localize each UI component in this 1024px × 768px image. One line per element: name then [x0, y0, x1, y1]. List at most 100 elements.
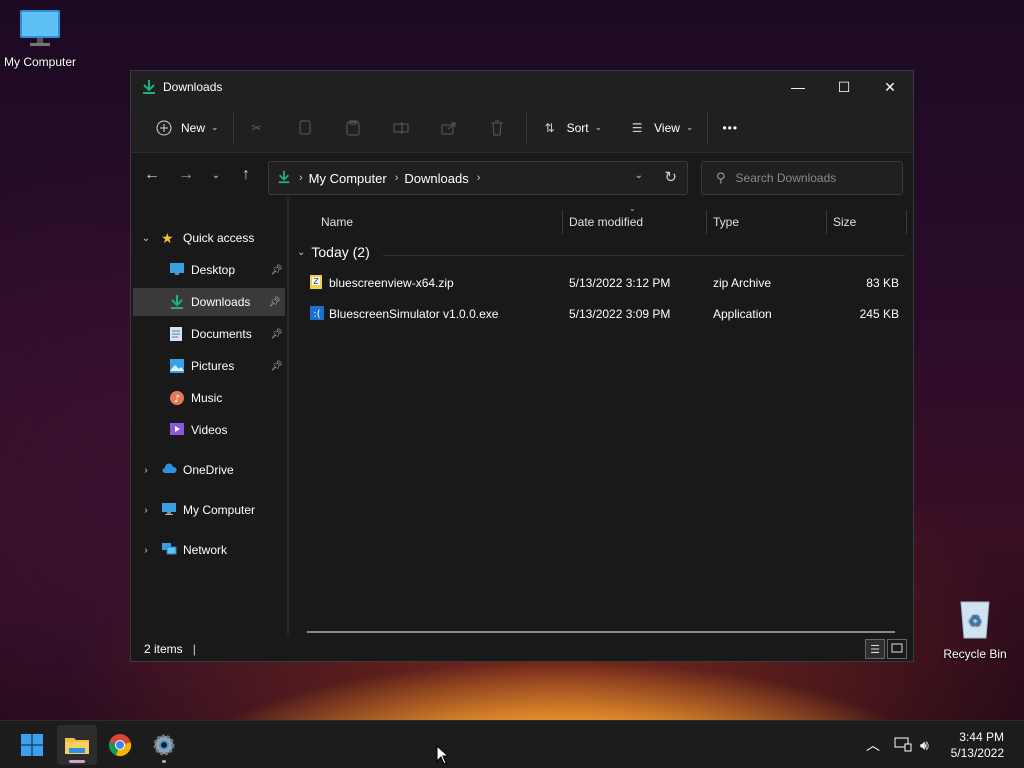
- sort-label: Sort: [566, 120, 589, 135]
- pin-icon[interactable]: 📌︎: [268, 297, 281, 308]
- file-explorer-window: Downloads — ☐ ✕ New ⌄ ✂ ⇅ Sort ⌄ ☰ View …: [130, 70, 914, 662]
- document-icon: [169, 326, 185, 342]
- new-button[interactable]: New ⌄: [149, 112, 225, 144]
- pictures-icon: [169, 358, 185, 374]
- minimize-button[interactable]: —: [775, 71, 821, 103]
- horizontal-scrollbar[interactable]: [307, 631, 895, 633]
- chevron-down-icon: ⌄: [211, 122, 219, 132]
- view-button[interactable]: ☰ View ⌄: [622, 112, 699, 144]
- chevron-right-icon[interactable]: ›: [139, 505, 153, 516]
- address-dropdown-icon[interactable]: ⌄: [635, 170, 643, 181]
- taskbar-clock[interactable]: 3:44 PM 5/13/2022: [951, 729, 1004, 761]
- chevron-down-icon: ⌄: [594, 122, 603, 132]
- column-header-date-modified[interactable]: Date modified: [569, 210, 643, 234]
- large-icons-view-button[interactable]: [887, 639, 907, 659]
- nav-onedrive[interactable]: › OneDrive: [139, 456, 287, 484]
- nav-label: Documents: [191, 327, 252, 341]
- back-button[interactable]: ←: [137, 160, 167, 190]
- desktop-icon-label: Recycle Bin: [943, 647, 1007, 661]
- breadcrumb-my-computer[interactable]: My Computer: [309, 171, 387, 186]
- nav-label: Desktop: [191, 263, 236, 277]
- share-icon: [440, 119, 458, 137]
- mouse-cursor-icon: [436, 744, 450, 768]
- chevron-down-icon: ⌄: [211, 169, 221, 181]
- file-date: 5/13/2022 3:12 PM: [569, 276, 671, 290]
- arrow-right-icon: →: [178, 166, 194, 183]
- more-options-button[interactable]: •••: [716, 112, 744, 144]
- file-date: 5/13/2022 3:09 PM: [569, 307, 671, 321]
- plus-circle-icon: [155, 119, 173, 137]
- nav-my-computer[interactable]: › My Computer: [139, 496, 287, 524]
- breadcrumb-downloads[interactable]: Downloads: [404, 171, 468, 186]
- chevron-right-icon[interactable]: ›: [139, 545, 153, 556]
- nav-network[interactable]: › Network: [139, 536, 287, 564]
- download-icon: [141, 79, 157, 95]
- volume-icon[interactable]: 🔊︎: [920, 737, 929, 754]
- pin-icon[interactable]: 📌︎: [270, 265, 283, 276]
- copy-button[interactable]: [290, 112, 320, 144]
- monitor-icon: [161, 502, 177, 518]
- file-row[interactable]: Z bluescreenview-x64.zip 5/13/2022 3:12 …: [291, 269, 913, 297]
- taskbar: ︿ 🔊︎ 3:44 PM 5/13/2022: [0, 720, 1024, 768]
- breadcrumb-chevron-icon[interactable]: ›: [395, 172, 399, 184]
- nav-item-desktop[interactable]: Desktop 📌︎: [133, 256, 287, 284]
- chevron-right-icon[interactable]: ›: [139, 465, 153, 476]
- network-status-icon[interactable]: [894, 736, 912, 755]
- sort-button[interactable]: ⇅ Sort ⌄: [535, 112, 609, 144]
- desktop-icon: [169, 262, 185, 278]
- file-row[interactable]: :( BluescreenSimulator v1.0.0.exe 5/13/2…: [291, 300, 913, 328]
- chevron-down-icon: ⌄: [685, 122, 694, 132]
- taskbar-chrome[interactable]: [100, 725, 140, 765]
- navigation-pane: ⌄ ★ Quick access Desktop 📌︎ Downloads 📌︎…: [131, 198, 289, 634]
- column-header-type[interactable]: Type: [713, 210, 739, 234]
- monitor-icon: [0, 8, 80, 51]
- nav-item-downloads[interactable]: Downloads 📌︎: [133, 288, 285, 316]
- breadcrumb-chevron-icon[interactable]: ›: [477, 172, 481, 184]
- cut-button[interactable]: ✂: [242, 112, 272, 144]
- nav-quick-access[interactable]: ⌄ ★ Quick access: [139, 224, 287, 252]
- file-size: 245 KB: [859, 307, 899, 321]
- title-bar[interactable]: Downloads — ☐ ✕: [131, 71, 913, 103]
- windows-logo-icon: [21, 734, 43, 756]
- nav-item-pictures[interactable]: Pictures 📌︎: [133, 352, 287, 380]
- pin-icon[interactable]: 📌︎: [270, 329, 283, 340]
- cloud-icon: [161, 462, 177, 478]
- delete-button[interactable]: [482, 112, 512, 144]
- column-header-size[interactable]: Size: [833, 210, 856, 234]
- desktop-icon-my-computer[interactable]: My Computer: [0, 8, 80, 69]
- chevron-down-icon[interactable]: ⌄: [297, 247, 305, 258]
- share-button[interactable]: [434, 112, 464, 144]
- nav-item-documents[interactable]: Documents 📌︎: [133, 320, 287, 348]
- nav-item-music[interactable]: ♪ Music: [133, 384, 287, 412]
- start-button[interactable]: [12, 725, 52, 765]
- nav-label: My Computer: [183, 503, 256, 517]
- details-view-button[interactable]: ☰: [865, 639, 885, 659]
- taskbar-settings[interactable]: [144, 725, 184, 765]
- forward-button[interactable]: →: [171, 160, 201, 190]
- column-header-name[interactable]: Name: [321, 210, 353, 234]
- recent-locations-button[interactable]: ⌄: [201, 160, 231, 190]
- group-header-today[interactable]: ⌄ Today (2): [297, 244, 370, 260]
- refresh-icon[interactable]: ↻: [664, 168, 677, 186]
- rename-button[interactable]: [386, 112, 416, 144]
- search-input[interactable]: [735, 171, 886, 185]
- file-name: BluescreenSimulator v1.0.0.exe: [329, 307, 499, 321]
- chevron-up-icon[interactable]: ︿: [866, 735, 880, 755]
- svg-text:♪: ♪: [174, 394, 180, 405]
- maximize-button[interactable]: ☐: [821, 71, 867, 103]
- desktop-icon-recycle-bin[interactable]: ♻ Recycle Bin: [935, 596, 1015, 661]
- nav-label: Pictures: [191, 359, 235, 373]
- close-button[interactable]: ✕: [867, 71, 913, 103]
- nav-item-videos[interactable]: Videos: [133, 416, 287, 444]
- address-bar[interactable]: › My Computer › Downloads › ⌄ ↻: [268, 161, 688, 195]
- file-size: 83 KB: [866, 276, 899, 290]
- gear-icon: [153, 734, 175, 756]
- pin-icon[interactable]: 📌︎: [270, 361, 283, 372]
- paste-button[interactable]: [338, 112, 368, 144]
- chevron-down-icon[interactable]: ⌄: [139, 233, 153, 244]
- search-box[interactable]: ⚲: [701, 161, 903, 195]
- up-button[interactable]: ↑: [231, 160, 261, 190]
- nav-label: Videos: [191, 423, 228, 437]
- taskbar-file-explorer[interactable]: [57, 725, 97, 765]
- search-icon: ⚲: [716, 170, 726, 185]
